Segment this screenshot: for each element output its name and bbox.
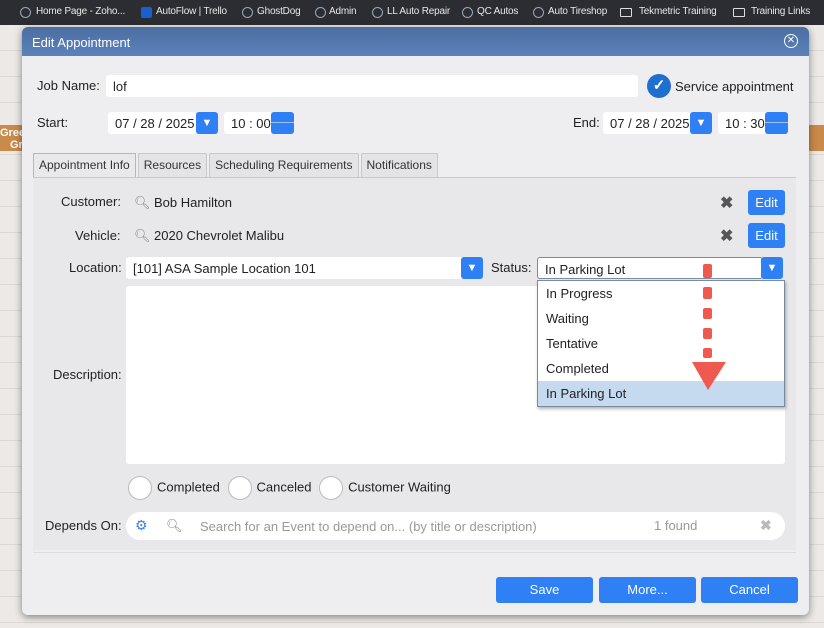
job-name-input[interactable]: lof xyxy=(106,75,638,97)
location-label: Location: xyxy=(69,260,122,275)
clear-vehicle-icon[interactable]: ✖ xyxy=(720,226,733,246)
status-option-in-parking-lot[interactable]: In Parking Lot xyxy=(538,381,784,406)
completed-toggle[interactable] xyxy=(128,476,152,500)
customer-waiting-toggle[interactable] xyxy=(319,476,344,500)
found-count: 1 found xyxy=(654,518,698,533)
location-dropdown-arrow[interactable]: ▼ xyxy=(461,257,483,279)
clear-customer-icon[interactable]: ✖ xyxy=(720,193,733,213)
dialog-header: Edit Appointment ✕ xyxy=(22,27,809,56)
end-date-dropdown[interactable]: ▼ xyxy=(690,112,712,134)
tab-resources[interactable]: Resources xyxy=(137,153,208,177)
vehicle-value[interactable]: 2020 Chevrolet Malibu xyxy=(154,228,284,243)
depends-on-search[interactable]: ⚙ 🔍︎ Search for an Event to depend on...… xyxy=(126,512,785,540)
status-option-waiting[interactable]: Waiting xyxy=(538,306,784,331)
start-time-spinner[interactable] xyxy=(271,112,294,134)
site-icon xyxy=(242,7,253,18)
more-button[interactable]: More... xyxy=(599,577,696,603)
gear-icon[interactable]: ⚙ xyxy=(135,517,148,534)
end-label: End: xyxy=(573,115,600,130)
folder-icon xyxy=(733,8,745,17)
status-option-in-progress[interactable]: In Progress xyxy=(538,281,784,306)
clear-depends-icon[interactable]: ✖ xyxy=(760,517,772,534)
folder-icon xyxy=(620,8,632,17)
canceled-toggle[interactable] xyxy=(227,476,252,500)
service-appointment-checkbox[interactable]: ✓ xyxy=(647,74,671,98)
service-appointment-label: Service appointment xyxy=(675,79,794,94)
tab-bar: Appointment Info Resources Scheduling Re… xyxy=(33,153,438,177)
edit-vehicle-button[interactable]: Edit xyxy=(748,223,785,248)
site-icon xyxy=(462,7,473,18)
edit-appointment-dialog: Edit Appointment ✕ Job Name: lof ✓ Servi… xyxy=(22,27,809,615)
status-dropdown-arrow[interactable]: ▼ xyxy=(761,257,783,279)
tab-appointment-info[interactable]: Appointment Info xyxy=(33,153,136,177)
depends-on-placeholder: Search for an Event to depend on... (by … xyxy=(200,519,537,534)
divider xyxy=(33,552,796,553)
description-label: Description: xyxy=(53,367,122,382)
save-button[interactable]: Save xyxy=(496,577,593,603)
trello-icon xyxy=(141,7,152,18)
search-icon: 🔍︎ xyxy=(134,195,151,210)
flags-row: Completed Canceled Customer Waiting xyxy=(128,476,451,500)
site-icon xyxy=(372,7,383,18)
job-name-label: Job Name: xyxy=(37,78,100,93)
depends-on-label: Depends On: xyxy=(45,518,122,533)
cancel-button[interactable]: Cancel xyxy=(701,577,798,603)
search-icon: 🔍︎ xyxy=(166,518,183,533)
end-time-spinner[interactable] xyxy=(765,112,788,134)
end-time-input[interactable]: 10 : 30 xyxy=(718,112,766,134)
status-option-completed[interactable]: Completed xyxy=(538,356,784,381)
edit-customer-button[interactable]: Edit xyxy=(748,190,785,215)
annotation-arrow-icon xyxy=(692,264,726,390)
start-time-input[interactable]: 10 : 00 xyxy=(224,112,272,134)
status-label: Status: xyxy=(491,260,532,275)
close-icon[interactable]: ✕ xyxy=(784,34,798,48)
site-icon xyxy=(533,7,544,18)
search-icon: 🔍︎ xyxy=(134,228,151,243)
bookmarks-bar: Home Page - Zoho... AutoFlow | Trello Gh… xyxy=(0,0,824,25)
customer-value[interactable]: Bob Hamilton xyxy=(154,195,232,210)
status-dropdown-list: In Progress Waiting Tentative Completed … xyxy=(537,280,785,407)
location-select[interactable]: [101] ASA Sample Location 101 xyxy=(126,257,462,279)
globe-icon xyxy=(20,7,31,18)
tab-scheduling-requirements[interactable]: Scheduling Requirements xyxy=(209,153,359,177)
customer-label: Customer: xyxy=(61,194,121,209)
status-option-tentative[interactable]: Tentative xyxy=(538,331,784,356)
end-date-input[interactable]: 07 / 28 / 2025 xyxy=(603,112,691,134)
start-date-input[interactable]: 07 / 28 / 2025 xyxy=(108,112,196,134)
start-date-dropdown[interactable]: ▼ xyxy=(196,112,218,134)
dialog-title: Edit Appointment xyxy=(32,35,131,50)
start-label: Start: xyxy=(37,115,69,130)
site-icon xyxy=(315,7,326,18)
vehicle-label: Vehicle: xyxy=(75,228,121,243)
tab-notifications[interactable]: Notifications xyxy=(360,153,438,177)
